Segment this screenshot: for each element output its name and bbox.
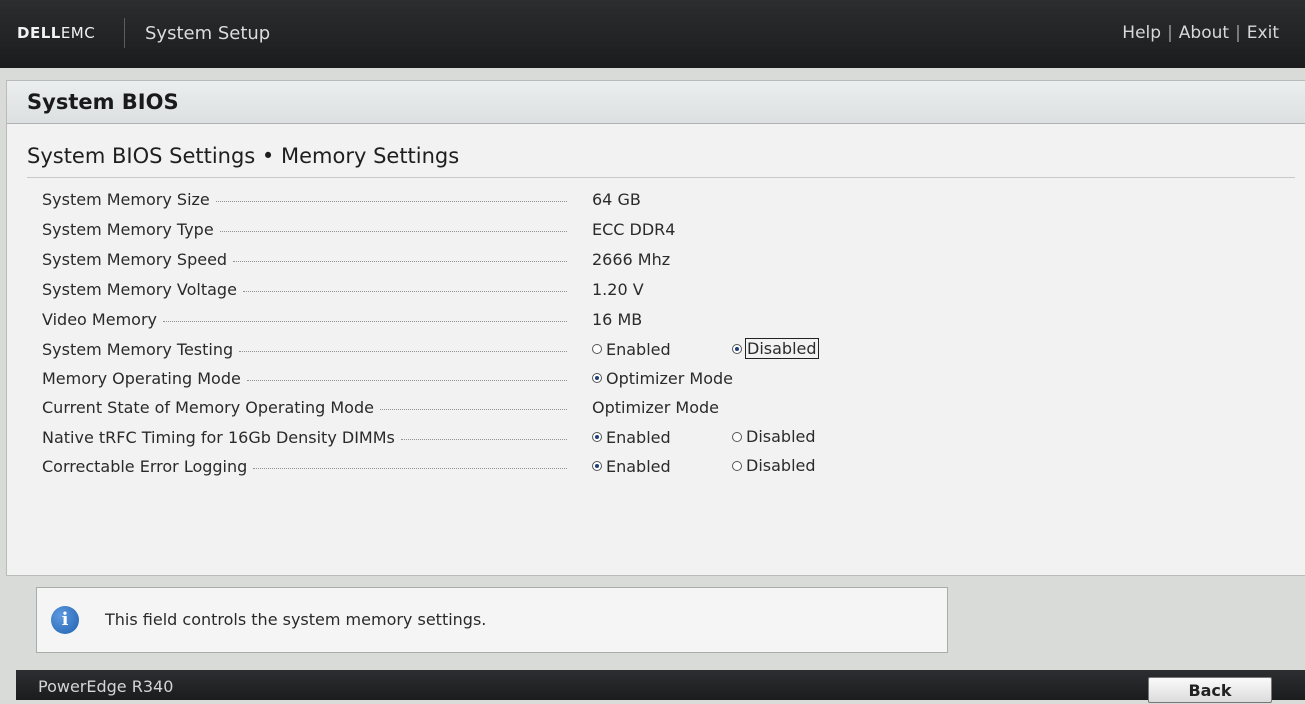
leader-dots xyxy=(233,260,567,262)
setting-value: 16 MB xyxy=(592,309,643,329)
setting-label: Current State of Memory Operating Mode xyxy=(42,397,374,417)
leader-dots xyxy=(162,320,567,322)
link-separator: | xyxy=(1235,23,1241,43)
leader-dots xyxy=(253,467,567,469)
section-title: System BIOS Settings • Memory Settings xyxy=(27,144,460,168)
setting-row-memory-voltage: System Memory Voltage 1.20 V xyxy=(42,275,1042,303)
setting-value: 1.20 V xyxy=(592,279,644,299)
setting-row-current-operating-mode: Current State of Memory Operating Mode O… xyxy=(42,393,1042,421)
leader-dots xyxy=(239,350,567,352)
radio-enabled[interactable]: Enabled xyxy=(592,428,671,447)
setting-value: Optimizer Mode xyxy=(592,397,719,417)
setting-label: System Memory Size xyxy=(42,189,210,209)
brand-divider xyxy=(124,18,125,48)
setting-row-memory-type: System Memory Type ECC DDR4 xyxy=(42,215,1042,243)
about-link[interactable]: About xyxy=(1179,23,1229,43)
setting-label: System Memory Type xyxy=(42,219,214,239)
dell-emc-logo: DELLEMC xyxy=(17,24,95,42)
radio-optimizer-mode[interactable]: Optimizer Mode xyxy=(592,369,733,388)
panel-header: System BIOS xyxy=(7,81,1305,124)
setting-options: Enabled Disabled xyxy=(592,456,816,476)
setting-row-operating-mode: Memory Operating Mode Optimizer Mode xyxy=(42,364,1042,392)
radio-disabled[interactable]: Disabled xyxy=(732,338,819,360)
radio-selected-icon xyxy=(592,432,602,443)
section-divider xyxy=(27,177,1295,178)
setting-label: System Memory Testing xyxy=(42,339,234,359)
setting-label: System Memory Speed xyxy=(42,249,228,269)
setting-label: Native tRFC Timing for 16Gb Density DIMM… xyxy=(42,427,395,447)
top-links: Help | About | Exit xyxy=(1122,23,1279,43)
radio-label: Disabled xyxy=(745,338,819,360)
top-bar: DELLEMC System Setup Help | About | Exit xyxy=(0,0,1305,68)
setting-label: Memory Operating Mode xyxy=(42,368,241,388)
app-title: System Setup xyxy=(145,23,271,44)
radio-selected-icon xyxy=(592,373,602,384)
setting-row-memory-size: System Memory Size 64 GB xyxy=(42,185,1042,213)
radio-selected-icon xyxy=(592,461,602,472)
setting-row-correctable-error-logging: Correctable Error Logging Enabled Disabl… xyxy=(42,452,1042,480)
radio-icon xyxy=(732,460,742,471)
leader-dots xyxy=(242,290,567,292)
bottom-bar: PowerEdge R340 Back xyxy=(16,670,1305,703)
radio-label: Enabled xyxy=(606,456,671,476)
setting-options: Enabled Disabled xyxy=(592,338,819,360)
back-button[interactable]: Back xyxy=(1148,677,1272,703)
radio-label: Enabled xyxy=(606,339,671,359)
help-box: i This field controls the system memory … xyxy=(36,587,948,653)
leader-dots xyxy=(379,408,567,410)
radio-enabled[interactable]: Enabled xyxy=(592,457,671,476)
radio-disabled[interactable]: Disabled xyxy=(732,456,816,475)
help-text: This field controls the system memory se… xyxy=(105,610,487,629)
setting-row-native-trfc: Native tRFC Timing for 16Gb Density DIMM… xyxy=(42,423,1042,451)
setting-options: Enabled Disabled xyxy=(592,427,816,447)
setting-value: 2666 Mhz xyxy=(592,249,671,269)
brand-dell: DELL xyxy=(17,24,61,42)
leader-dots xyxy=(246,379,567,381)
setting-label: Correctable Error Logging xyxy=(42,456,248,476)
setting-value: ECC DDR4 xyxy=(592,219,676,239)
leader-dots xyxy=(219,230,567,232)
radio-label: Disabled xyxy=(746,456,816,476)
radio-label: Optimizer Mode xyxy=(606,368,733,388)
radio-enabled[interactable]: Enabled xyxy=(592,340,671,359)
model-name: PowerEdge R340 xyxy=(38,677,174,696)
setting-row-memory-speed: System Memory Speed 2666 Mhz xyxy=(42,245,1042,273)
radio-label: Enabled xyxy=(606,427,671,447)
setting-label: System Memory Voltage xyxy=(42,279,237,299)
help-link[interactable]: Help xyxy=(1122,23,1161,43)
link-separator: | xyxy=(1167,23,1173,43)
setting-row-memory-testing: System Memory Testing Enabled Disabled xyxy=(42,335,1042,363)
setting-value: 64 GB xyxy=(592,189,641,209)
info-icon: i xyxy=(51,606,79,634)
leader-dots xyxy=(400,438,567,440)
radio-icon xyxy=(592,344,602,355)
radio-label: Disabled xyxy=(746,427,816,447)
radio-disabled[interactable]: Disabled xyxy=(732,427,816,446)
setting-row-video-memory: Video Memory 16 MB xyxy=(42,305,1042,333)
panel-title: System BIOS xyxy=(27,90,179,114)
setting-options: Optimizer Mode xyxy=(592,368,733,388)
radio-selected-icon xyxy=(732,343,742,354)
setting-label: Video Memory xyxy=(42,309,157,329)
brand-emc: EMC xyxy=(60,24,96,42)
radio-icon xyxy=(732,431,742,442)
leader-dots xyxy=(215,200,567,202)
exit-link[interactable]: Exit xyxy=(1247,23,1279,43)
